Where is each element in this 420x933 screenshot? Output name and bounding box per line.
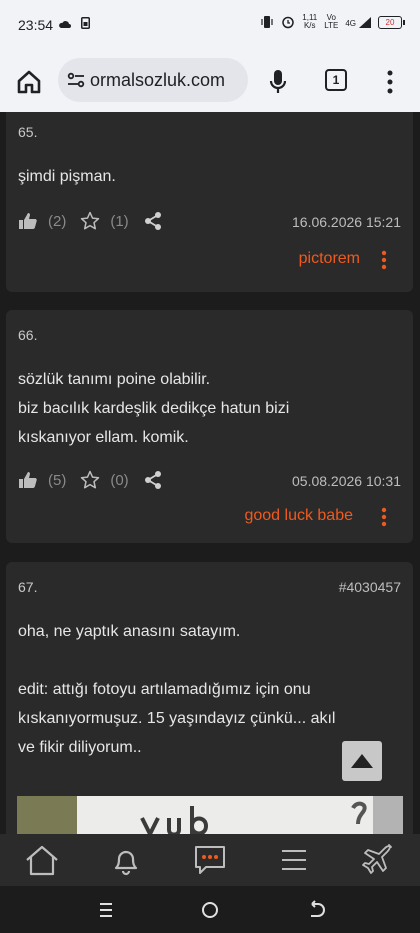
thumbs-up-icon[interactable] <box>18 470 38 490</box>
star-icon[interactable] <box>80 470 100 490</box>
status-bar: 23:54 1,11 K/s Vo LTE 4G 20 <box>0 0 420 52</box>
signal-label: 4G <box>345 18 356 28</box>
entry-number: 67. <box>18 579 38 595</box>
entry-card: 65. şimdi pişman. (2) (1) 16.06.2026 15:… <box>6 112 413 292</box>
triangle-up-icon <box>351 754 373 768</box>
signal-icon <box>359 16 371 28</box>
cloud-icon <box>59 20 71 28</box>
microphone-icon[interactable] <box>268 68 288 96</box>
tab-count: 1 <box>332 73 340 87</box>
nav-messages-button[interactable] <box>190 840 230 880</box>
entry-text-line: edit: attığı fotoyu artılamadığımız için… <box>18 681 311 698</box>
entry-text-line: oha, ne yaptık anasını satayım. <box>18 623 241 640</box>
messages-icon <box>195 846 225 874</box>
signal-strength: 4G <box>345 16 371 28</box>
system-nav-bar <box>0 886 420 933</box>
entry-date[interactable]: 05.08.2026 10:31 <box>292 473 401 489</box>
entry-image[interactable] <box>17 796 403 834</box>
bell-icon <box>114 850 138 876</box>
nav-notifications-button[interactable] <box>106 840 146 880</box>
entry-id[interactable]: #4030457 <box>339 579 401 595</box>
entry-text: sözlük tanımı poine olabilir. biz bacılı… <box>18 365 403 452</box>
author-link[interactable]: pictorem <box>299 250 360 268</box>
browser-toolbar: ormalsozluk.com 1 <box>0 52 420 112</box>
more-vert-icon[interactable] <box>381 250 387 270</box>
scroll-to-top-button[interactable] <box>342 741 382 781</box>
favorite-count: (0) <box>110 471 129 489</box>
more-vert-icon[interactable] <box>381 507 387 527</box>
battery-level: 20 <box>385 17 395 27</box>
nav-home-button[interactable] <box>22 840 62 880</box>
volte-indicator: Vo LTE <box>324 14 338 30</box>
entry-actions: (5) (0) <box>18 468 163 492</box>
alarm-icon <box>282 16 295 29</box>
entry-text-line: kıskanıyormuşuz. 15 yaşındayız çünkü... … <box>18 710 336 727</box>
like-count: (5) <box>48 471 67 489</box>
entry-list[interactable]: 65. şimdi pişman. (2) (1) 16.06.2026 15:… <box>0 112 420 834</box>
star-icon[interactable] <box>80 211 100 231</box>
entry-text: şimdi pişman. <box>18 162 403 191</box>
battery-icon: 20 <box>378 15 405 29</box>
entry-text-line: şimdi pişman. <box>18 168 116 185</box>
home-circle-icon[interactable] <box>200 900 220 920</box>
nav-plane-button[interactable] <box>358 840 398 880</box>
address-bar[interactable]: ormalsozluk.com <box>58 58 248 102</box>
home-icon[interactable] <box>15 68 43 96</box>
url-text: ormalsozluk.com <box>90 69 226 90</box>
back-icon[interactable] <box>306 900 326 920</box>
entry-card: 66. sözlük tanımı poine olabilir. biz ba… <box>6 310 413 543</box>
sim-card-icon <box>81 17 90 29</box>
entry-text-spacer <box>18 646 403 675</box>
thumbs-up-icon[interactable] <box>18 211 38 231</box>
status-time: 23:54 <box>18 17 54 33</box>
favorite-count: (1) <box>110 212 129 230</box>
entry-number: 66. <box>18 327 38 343</box>
entry-text-line: biz bacılık kardeşlik dedikçe hatun bizi <box>18 400 290 417</box>
entry-text-line: sözlük tanımı poine olabilir. <box>18 371 211 388</box>
nav-menu-button[interactable] <box>274 840 314 880</box>
entry-actions: (2) (1) <box>18 209 163 233</box>
menu-icon <box>282 850 306 870</box>
vibrate-icon <box>261 16 273 28</box>
network-speed: 1,11 K/s <box>302 14 317 30</box>
plane-icon <box>362 844 392 874</box>
volte-bottom-label: LTE <box>324 21 339 30</box>
share-icon[interactable] <box>143 211 163 231</box>
author-link[interactable]: good luck babe <box>244 507 353 525</box>
tab-switcher-button[interactable]: 1 <box>325 69 347 91</box>
share-icon[interactable] <box>143 470 163 490</box>
home-icon <box>26 845 58 876</box>
entry-text-line: kıskanıyor ellam. komik. <box>18 429 189 446</box>
entry-number: 65. <box>18 124 38 140</box>
like-count: (2) <box>48 212 67 230</box>
bottom-nav <box>0 834 420 886</box>
network-speed-unit: K/s <box>303 21 316 30</box>
more-vert-icon[interactable] <box>385 69 395 95</box>
recents-icon[interactable] <box>96 900 116 920</box>
entry-card: 67. #4030457 oha, ne yaptık anasını sata… <box>6 562 413 834</box>
site-settings-icon[interactable] <box>66 70 86 90</box>
entry-date[interactable]: 16.06.2026 15:21 <box>292 214 401 230</box>
